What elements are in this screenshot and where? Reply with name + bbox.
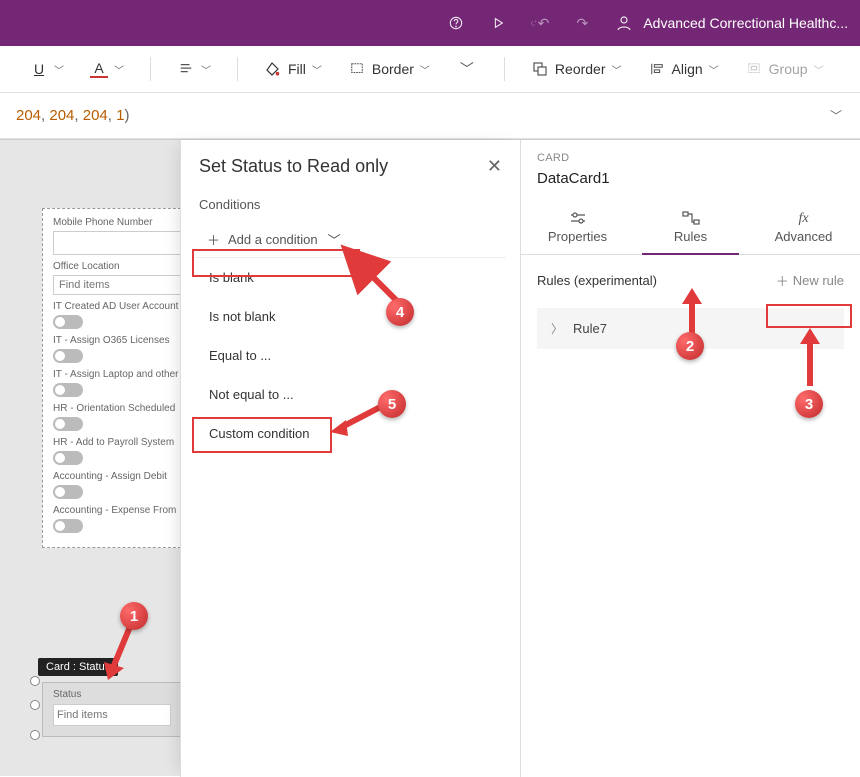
fill-button[interactable]: Fill﹀ <box>258 56 328 82</box>
group-label: Group <box>769 61 808 77</box>
underline-button[interactable]: U﹀ <box>24 56 70 82</box>
new-rule-button[interactable]: ＋ New rule <box>776 271 844 290</box>
tab-advanced-label: Advanced <box>775 229 833 244</box>
play-icon[interactable] <box>489 14 507 32</box>
status-label: Status <box>53 689 171 700</box>
toggle-itad[interactable] <box>53 315 83 329</box>
org-name: Advanced Correctional Healthc... <box>643 15 848 31</box>
help-icon[interactable] <box>447 14 465 32</box>
formula-bar[interactable]: 204, 204, 204, 1) ﹀ <box>0 93 860 139</box>
panel-type-label: CARD <box>521 140 860 170</box>
ribbon-align-label: Align <box>672 61 703 77</box>
tab-advanced[interactable]: fx Advanced <box>747 199 860 254</box>
add-condition-label: Add a condition <box>228 232 318 247</box>
font-color-button[interactable]: A﹀ <box>84 56 130 82</box>
condition-option-notequal[interactable]: Not equal to ... <box>195 375 506 414</box>
ribbon-align-button[interactable]: Align﹀ <box>642 56 725 82</box>
rule-editor-flyout: Set Status to Read only ✕ Conditions ＋ A… <box>180 140 520 777</box>
formula-val-1: 204 <box>16 107 41 124</box>
app-top-bar: ↶ ↷ Advanced Correctional Healthc... <box>0 0 860 46</box>
condition-option-notblank[interactable]: Is not blank <box>195 297 506 336</box>
condition-dropdown: Is blank Is not blank Equal to ... Not e… <box>195 257 506 453</box>
close-icon[interactable]: ✕ <box>487 156 502 177</box>
border-label: Border <box>372 61 414 77</box>
chevron-down-icon: ﹀ <box>328 230 341 249</box>
border-button[interactable]: Border﹀ <box>342 56 436 82</box>
formula-val-2: 204 <box>49 107 74 124</box>
selection-handle[interactable] <box>30 730 40 740</box>
tab-properties-label: Properties <box>548 229 607 244</box>
condition-option-blank[interactable]: Is blank <box>195 258 506 297</box>
canvas-area: Mobile Phone Number Office Location IT C… <box>0 139 860 776</box>
toggle-payroll[interactable] <box>53 451 83 465</box>
plus-icon: ＋ <box>776 271 789 290</box>
chevron-right-icon: 〉 <box>551 320 563 337</box>
annotation-number: 1 <box>120 602 148 630</box>
toggle-orient[interactable] <box>53 417 83 431</box>
conditions-label: Conditions <box>181 187 520 218</box>
card-tooltip: Card : Status <box>38 658 118 676</box>
redo-icon[interactable]: ↷ <box>573 14 591 32</box>
properties-panel: CARD DataCard1 Properties Rules fx Advan… <box>520 140 860 777</box>
toggle-laptop[interactable] <box>53 383 83 397</box>
rule-name: Rule7 <box>573 321 607 336</box>
reorder-label: Reorder <box>555 61 606 77</box>
tab-rules[interactable]: Rules <box>634 199 747 254</box>
fx-icon: fx <box>795 211 813 225</box>
formula-val-4: 1 <box>116 107 124 124</box>
rule-list-item[interactable]: 〉 Rule7 <box>537 308 844 349</box>
condition-option-custom[interactable]: Custom condition <box>195 414 506 453</box>
toggle-o365[interactable] <box>53 349 83 363</box>
tab-properties[interactable]: Properties <box>521 199 634 254</box>
add-condition-button[interactable]: ＋ Add a condition ﹀ <box>195 222 506 257</box>
toggle-debit[interactable] <box>53 485 83 499</box>
selection-handle[interactable] <box>30 676 40 686</box>
plus-icon: ＋ <box>207 230 220 249</box>
condition-option-equal[interactable]: Equal to ... <box>195 336 506 375</box>
selection-handle[interactable] <box>30 700 40 710</box>
panel-object-name: DataCard1 <box>521 170 860 199</box>
new-rule-label: New rule <box>793 273 844 288</box>
fill-label: Fill <box>288 61 306 77</box>
user-chip[interactable]: Advanced Correctional Healthc... <box>615 14 848 32</box>
person-icon <box>615 14 633 32</box>
status-card[interactable]: Status <box>42 682 182 737</box>
tab-rules-label: Rules <box>674 229 707 244</box>
flyout-title: Set Status to Read only <box>199 156 388 177</box>
align-lines-button[interactable]: ﹀ <box>171 56 217 82</box>
undo-icon[interactable]: ↶ <box>531 14 549 32</box>
group-button: Group﹀ <box>739 56 830 82</box>
flow-icon <box>682 211 700 225</box>
more-chevron-button[interactable]: ﹀ <box>450 55 484 83</box>
format-ribbon: U﹀ A﹀ ﹀ Fill﹀ Border﹀ ﹀ Reorder﹀ Align﹀ … <box>0 46 860 93</box>
formula-val-3: 204 <box>83 107 108 124</box>
sliders-icon <box>569 211 587 225</box>
status-input[interactable] <box>53 704 171 726</box>
toggle-expense[interactable] <box>53 519 83 533</box>
panel-tabs: Properties Rules fx Advanced <box>521 199 860 255</box>
formula-expand-icon[interactable]: ﹀ <box>830 107 842 124</box>
rules-section-label: Rules (experimental) <box>537 273 657 288</box>
reorder-button[interactable]: Reorder﹀ <box>525 56 628 82</box>
